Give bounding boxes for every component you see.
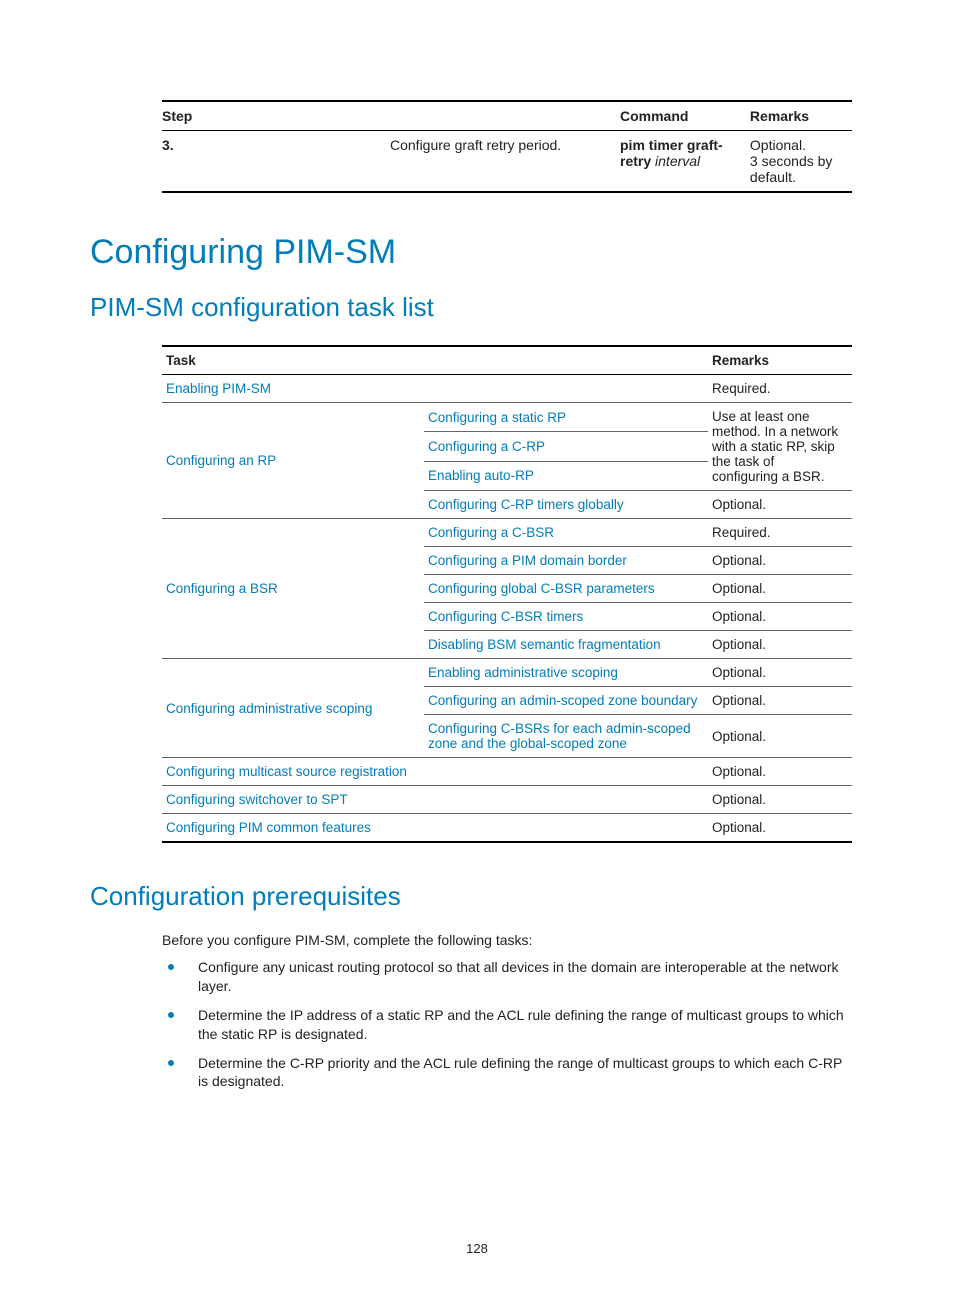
task-link-enable-pimsm[interactable]: Enabling PIM-SM (162, 375, 708, 403)
task-link-configure-rp[interactable]: Configuring an RP (162, 403, 424, 519)
col-remarks: Remarks (750, 101, 852, 131)
cmd-italic: interval (655, 153, 700, 169)
task-link-admin-scoping[interactable]: Configuring administrative scoping (162, 659, 424, 758)
step-remarks: Optional. 3 seconds by default. (750, 131, 852, 193)
subtask-link-cbsr-timers[interactable]: Configuring C-BSR timers (424, 603, 708, 631)
col-task: Task (162, 346, 708, 375)
task-row-bsr-cbsr: Configuring a BSR Configuring a C-BSR Re… (162, 519, 852, 547)
task-table-header-row: Task Remarks (162, 346, 852, 375)
task-remark-border: Optional. (708, 547, 852, 575)
subtask-link-admin-boundary[interactable]: Configuring an admin-scoped zone boundar… (424, 687, 708, 715)
subtask-link-static-rp[interactable]: Configuring a static RP (424, 403, 708, 432)
prereq-item-2: Determine the IP address of a static RP … (162, 1006, 852, 1054)
step-row-3: 3. Configure graft retry period. pim tim… (162, 131, 852, 193)
subsection-heading-tasklist: PIM-SM configuration task list (90, 292, 864, 323)
task-remark-enable-pimsm: Required. (708, 375, 852, 403)
step-table-header-row: Step Command Remarks (162, 101, 852, 131)
prereq-intro-text: Before you configure PIM-SM, complete th… (162, 932, 852, 948)
step-command: pim timer graft-retry interval (620, 131, 750, 193)
task-row-admin-enable: Configuring administrative scoping Enabl… (162, 659, 852, 687)
col-step: Step (162, 101, 620, 131)
task-row-common: Configuring PIM common features Optional… (162, 814, 852, 843)
task-remark-global-cbsr: Optional. (708, 575, 852, 603)
subtask-link-crp-timers[interactable]: Configuring C-RP timers globally (424, 491, 708, 519)
subtask-link-crp[interactable]: Configuring a C-RP (424, 432, 708, 461)
task-table: Task Remarks Enabling PIM-SM Required. C… (162, 345, 852, 843)
task-remark-admin-enable: Optional. (708, 659, 852, 687)
prereq-list: Configure any unicast routing protocol s… (162, 958, 852, 1101)
remark-line1: Optional. (750, 137, 842, 153)
task-link-configure-bsr[interactable]: Configuring a BSR (162, 519, 424, 659)
subtask-link-pim-border[interactable]: Configuring a PIM domain border (424, 547, 708, 575)
subtask-link-global-cbsr[interactable]: Configuring global C-BSR parameters (424, 575, 708, 603)
subtask-link-admin-cbsrs[interactable]: Configuring C-BSRs for each admin-scoped… (424, 715, 708, 758)
subtask-link-admin-enable[interactable]: Enabling administrative scoping (424, 659, 708, 687)
step-number: 3. (162, 131, 390, 193)
task-link-common[interactable]: Configuring PIM common features (162, 814, 708, 843)
task-remark-admin-cbsrs: Optional. (708, 715, 852, 758)
step-desc: Configure graft retry period. (390, 131, 620, 193)
subtask-link-cbsr[interactable]: Configuring a C-BSR (424, 519, 708, 547)
subsection-heading-prereq: Configuration prerequisites (90, 881, 864, 912)
col-remarks: Remarks (708, 346, 852, 375)
task-row-enable-pimsm: Enabling PIM-SM Required. (162, 375, 852, 403)
task-remark-msrc: Optional. (708, 758, 852, 786)
task-link-msrc[interactable]: Configuring multicast source registratio… (162, 758, 708, 786)
task-remark-common: Optional. (708, 814, 852, 843)
task-remark-spt: Optional. (708, 786, 852, 814)
task-remark-rp-block: Use at least one method. In a network wi… (708, 403, 852, 491)
page-number: 128 (0, 1241, 954, 1256)
task-row-rp-static: Configuring an RP Configuring a static R… (162, 403, 852, 432)
task-remark-admin-boundary: Optional. (708, 687, 852, 715)
remark-line2: 3 seconds by default. (750, 153, 842, 185)
task-remark-disable-bsm: Optional. (708, 631, 852, 659)
task-row-msrc: Configuring multicast source registratio… (162, 758, 852, 786)
subtask-link-autorp[interactable]: Enabling auto-RP (424, 461, 708, 490)
section-heading-configuring-pimsm: Configuring PIM-SM (90, 233, 864, 272)
task-row-spt: Configuring switchover to SPT Optional. (162, 786, 852, 814)
task-remark-cbsr-timers: Optional. (708, 603, 852, 631)
prereq-item-1: Configure any unicast routing protocol s… (162, 958, 852, 1006)
subtask-link-disable-bsm[interactable]: Disabling BSM semantic fragmentation (424, 631, 708, 659)
col-command: Command (620, 101, 750, 131)
task-remark-crp-timers: Optional. (708, 491, 852, 519)
task-link-spt[interactable]: Configuring switchover to SPT (162, 786, 708, 814)
prereq-item-3: Determine the C-RP priority and the ACL … (162, 1054, 852, 1102)
step-table: Step Command Remarks 3. Configure graft … (162, 100, 852, 193)
task-remark-cbsr: Required. (708, 519, 852, 547)
